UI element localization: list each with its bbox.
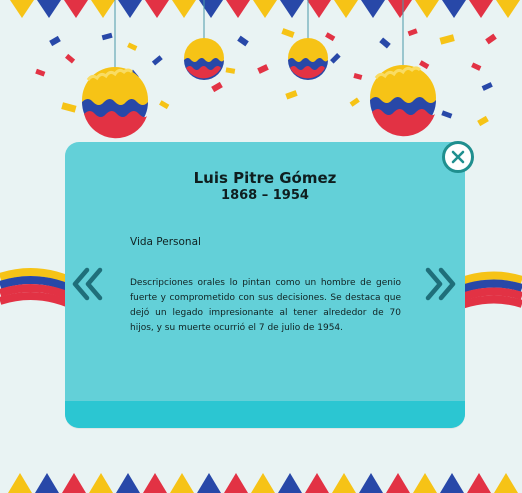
lantern-center-left	[184, 38, 224, 80]
biography-description: Descripciones orales lo pintan como un h…	[130, 278, 401, 333]
life-dates: 1868 – 1954	[221, 188, 309, 203]
section-title: Vida Personal	[130, 236, 201, 248]
previous-button[interactable]	[69, 266, 105, 302]
bottom-bunting	[8, 473, 518, 493]
card-footer-band	[65, 401, 465, 428]
double-chevron-right-icon	[425, 267, 456, 301]
double-chevron-left-icon	[72, 267, 103, 301]
close-x-icon	[451, 150, 465, 164]
biography-card: Luis Pitre Gómez 1868 – 1954 Vida Person…	[65, 142, 465, 428]
lantern-right-large	[370, 65, 436, 137]
close-button[interactable]	[442, 141, 474, 173]
next-button[interactable]	[423, 266, 459, 302]
lantern-center-right	[288, 38, 328, 80]
biography-header: Luis Pitre Gómez 1868 – 1954	[65, 169, 465, 205]
lantern-left-large	[82, 67, 148, 139]
top-bunting	[10, 0, 520, 18]
person-name: Luis Pitre Gómez	[193, 169, 337, 187]
